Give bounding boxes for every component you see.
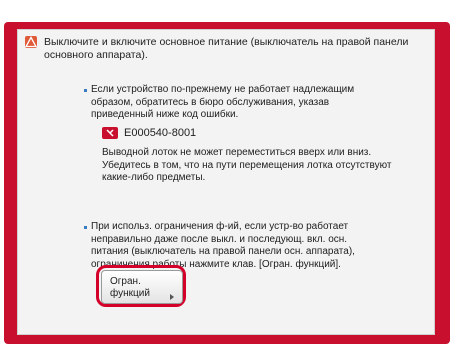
error-code: E000540-8001 (124, 127, 197, 139)
warning-triangle-icon (25, 36, 37, 48)
screen-frame: Выключите и включите основное питание (в… (0, 0, 456, 347)
restrict-functions-button[interactable]: Огран. функций (101, 270, 183, 304)
bullet-1 (84, 89, 87, 92)
warning-text: Выключите и включите основное питание (в… (44, 36, 409, 61)
bullet-2 (84, 226, 87, 229)
service-instruction-text: Если устройство по-прежнему не работает … (91, 84, 355, 120)
error-detail-text: Выводной лоток не может переместиться вв… (102, 147, 392, 183)
chevron-right-icon (170, 287, 174, 300)
restrict-functions-label: Огран. функций (110, 276, 150, 299)
function-restriction-text: При использ. ограничения ф-ий, если устр… (91, 221, 355, 270)
error-message-panel: Выключите и включите основное питание (в… (17, 29, 435, 335)
service-tool-icon (102, 127, 118, 139)
